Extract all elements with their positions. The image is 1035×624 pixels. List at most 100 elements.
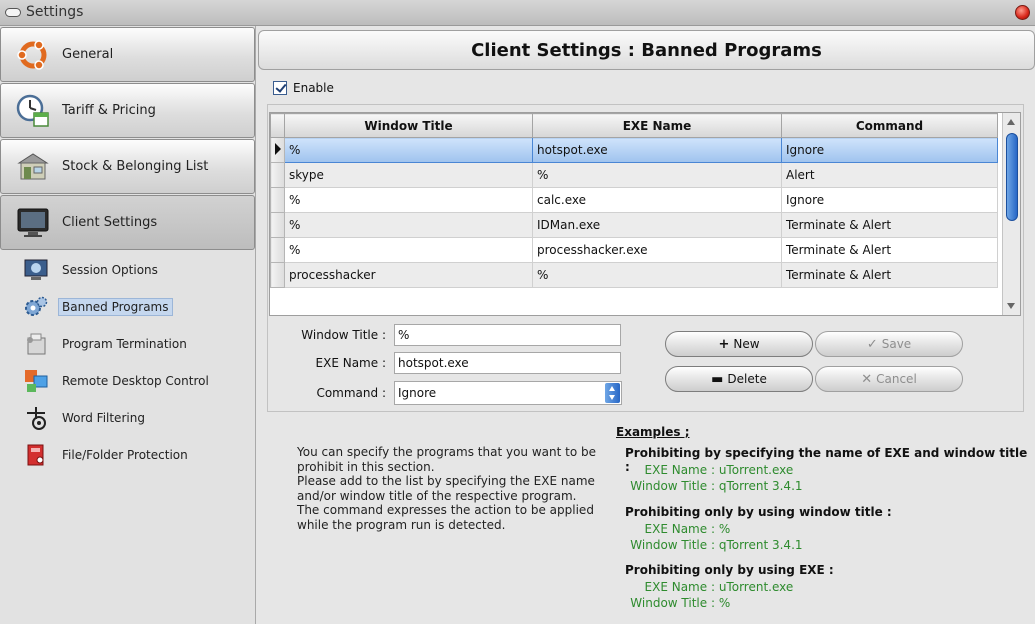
folder-lock-icon [22,441,50,469]
table-row[interactable]: % IDMan.exe Terminate & Alert [270,212,998,238]
cell-command[interactable]: Terminate & Alert [781,212,998,238]
cell-exe-name[interactable]: calc.exe [532,187,782,213]
save-button[interactable]: ✓ Save [815,331,963,357]
close-window-button[interactable] [1015,5,1030,20]
checkmark-icon: ✓ [866,336,878,352]
sidebar-sub-word-filtering[interactable]: Word Filtering [22,404,145,432]
example-exe-value: uTorrent.exe [718,580,794,594]
column-header-command[interactable]: Command [781,113,998,138]
row-header[interactable] [270,162,285,188]
cell-command[interactable]: Ignore [781,187,998,213]
scroll-down-icon[interactable] [1007,303,1015,309]
table-row[interactable]: % calc.exe Ignore [270,187,998,213]
cell-exe-name[interactable]: hotspot.exe [532,137,782,163]
close-icon: ✕ [861,371,873,387]
delete-button-label: Delete [727,372,767,386]
cell-exe-name[interactable]: IDMan.exe [532,212,782,238]
sidebar: General Tariff & Pricing Stock & Belongi… [0,26,256,624]
gears-icon [22,293,50,321]
column-header-window-title[interactable]: Window Title [284,113,533,138]
column-header-exe-name[interactable]: EXE Name [532,113,782,138]
shop-icon [14,148,52,186]
monitor-icon [14,204,52,242]
cell-exe-name[interactable]: processhacker.exe [532,237,782,263]
row-header[interactable] [270,262,285,288]
table-row[interactable]: % processhacker.exe Terminate & Alert [270,237,998,263]
enable-checkbox-group[interactable]: Enable [273,81,334,95]
window-title: Settings [26,4,84,20]
cell-command[interactable]: Ignore [781,137,998,163]
example-exe-line: EXE Name : uTorrent.exe [617,580,794,594]
grid-vertical-scrollbar[interactable] [1002,113,1020,315]
command-select-value: Ignore [398,386,437,400]
table-row[interactable]: skype % Alert [270,162,998,188]
new-button-label: New [733,337,760,351]
example-window-label: Window Title : [630,538,715,552]
sidebar-sub-session-options[interactable]: Session Options [22,256,158,284]
remote-desktop-icon [22,367,50,395]
enable-checkbox[interactable] [273,81,287,95]
clock-calendar-icon [14,92,52,130]
sidebar-sub-program-termination[interactable]: Program Termination [22,330,187,358]
cell-exe-name[interactable]: % [532,162,782,188]
example-exe-line: EXE Name : % [617,522,731,536]
row-header[interactable] [270,187,285,213]
ubuntu-logo-icon [14,36,52,74]
description-text: You can specify the programs that you wa… [297,445,596,532]
sidebar-item-client-settings[interactable]: Client Settings [0,195,255,250]
sidebar-sub-remote-desktop[interactable]: Remote Desktop Control [22,367,209,395]
exe-name-input[interactable]: hotspot.exe [394,352,621,374]
enable-label: Enable [293,81,334,95]
cell-command[interactable]: Alert [781,162,998,188]
sidebar-sub-label: Banned Programs [58,298,173,316]
example-window-line: Window Title : qTorrent 3.4.1 [617,479,802,493]
example-window-line: Window Title : % [617,596,730,610]
example-heading: Prohibiting only by using EXE : [625,563,834,577]
cell-command[interactable]: Terminate & Alert [781,262,998,288]
row-header[interactable] [270,137,285,163]
example-exe-label: EXE Name : [644,522,715,536]
example-exe-label: EXE Name : [644,580,715,594]
scroll-thumb[interactable] [1006,133,1018,221]
table-row[interactable]: % hotspot.exe Ignore [270,137,998,163]
sidebar-sub-file-folder-protection[interactable]: File/Folder Protection [22,441,188,469]
plus-icon: + [718,336,730,352]
sidebar-item-tariff-pricing[interactable]: Tariff & Pricing [0,83,255,138]
cell-window-title[interactable]: % [284,137,533,163]
window-title-input[interactable]: % [394,324,621,346]
row-header[interactable] [270,237,285,263]
save-button-label: Save [881,337,912,351]
command-select[interactable]: Ignore [394,381,622,405]
table-row[interactable]: processhacker % Terminate & Alert [270,262,998,288]
cell-command[interactable]: Terminate & Alert [781,237,998,263]
scroll-up-icon[interactable] [1007,119,1015,125]
exe-name-label: EXE Name : [315,356,386,370]
cell-window-title[interactable]: processhacker [284,262,533,288]
terminate-icon [22,330,50,358]
new-button[interactable]: + New [665,331,813,357]
grid-table: Window Title EXE Name Command % hotspot.… [270,113,998,288]
example-window-value: % [718,596,731,610]
grid-corner [270,113,285,138]
sidebar-item-stock-belonging[interactable]: Stock & Belonging List [0,139,255,194]
window-menu-icon[interactable] [5,8,21,17]
cell-exe-name[interactable]: % [532,262,782,288]
cell-window-title[interactable]: % [284,212,533,238]
sidebar-item-general[interactable]: General [0,27,255,82]
sidebar-item-label: Stock & Belonging List [62,159,209,174]
example-window-value: qTorrent 3.4.1 [718,538,803,552]
row-header[interactable] [270,212,285,238]
delete-button[interactable]: ▬ Delete [665,366,813,392]
cancel-button-label: Cancel [876,372,917,386]
cell-window-title[interactable]: % [284,237,533,263]
window-title-label: Window Title : [301,328,386,342]
cell-window-title[interactable]: % [284,187,533,213]
cell-window-title[interactable]: skype [284,162,533,188]
select-spinner-icon[interactable] [605,383,620,403]
cancel-button[interactable]: ✕ Cancel [815,366,963,392]
examples-title: Examples ; [616,425,690,439]
example-window-line: Window Title : qTorrent 3.4.1 [617,538,803,552]
example-window-label: Window Title : [630,596,715,610]
sidebar-sub-banned-programs[interactable]: Banned Programs [22,293,173,321]
row-pointer-icon [275,142,281,155]
